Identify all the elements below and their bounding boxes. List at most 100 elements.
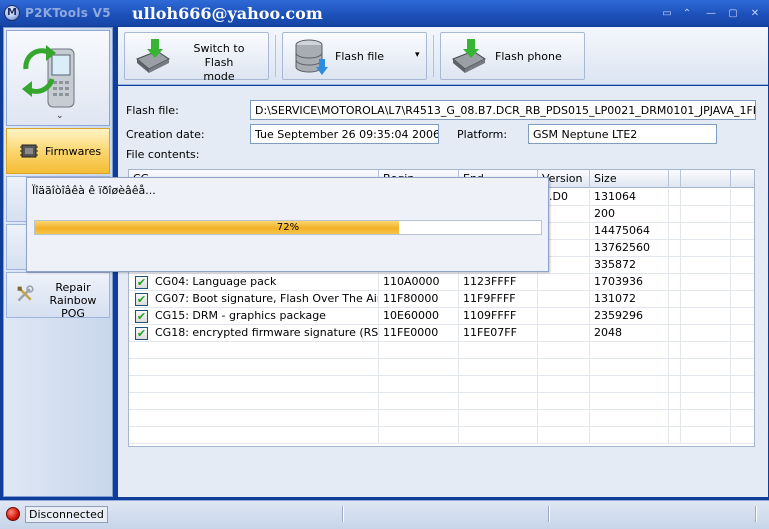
flash-file-label: Flash file:: [126, 104, 179, 117]
restore-window-button[interactable]: ▭: [661, 8, 673, 20]
cell-empty: [669, 257, 681, 274]
status-bar: Disconnected: [0, 500, 769, 529]
toolbar-divider: [275, 35, 276, 77]
watermark-email: ulloh666@yahoo.com: [132, 4, 323, 23]
toolbar: Switch to Flash mode Flash file ▾ Flash …: [118, 27, 768, 85]
cell-empty: [731, 257, 754, 274]
cell-empty: [681, 308, 731, 325]
close-button[interactable]: ✕: [749, 8, 761, 20]
motorola-logo-icon: M: [4, 5, 20, 21]
nav-item-repair-rainbow-pog[interactable]: Repair Rainbow POG: [6, 272, 110, 320]
cell-size: 131072: [590, 291, 669, 308]
cell-empty: [669, 427, 681, 444]
table-row[interactable]: CG04: Language pack 110A0000 1123FFFF 17039…: [129, 274, 754, 291]
connection-status-text: Disconnected: [25, 506, 108, 523]
flash-file-button[interactable]: Flash file ▾: [282, 32, 427, 80]
column-header-extra-1[interactable]: [669, 170, 681, 188]
cell-empty: [731, 291, 754, 308]
cell-cg: [129, 410, 379, 427]
cell-empty: [731, 189, 754, 206]
nav-item-label: Firmwares: [45, 145, 102, 158]
cell-empty: [681, 427, 731, 444]
collapse-button[interactable]: ⌃: [681, 8, 693, 20]
cell-empty: [731, 410, 754, 427]
progress-message: Ïîäãîòîâêà ê ïðîøèâêå...: [32, 184, 156, 197]
row-checkbox[interactable]: ✔: [135, 276, 148, 289]
cell-version: [538, 308, 590, 325]
cell-size: 13762560: [590, 240, 669, 257]
maximize-button[interactable]: ▢: [727, 8, 739, 20]
cell-empty: [669, 376, 681, 393]
cell-empty: [731, 376, 754, 393]
column-header-extra-3[interactable]: [731, 170, 754, 188]
row-checkbox[interactable]: ✔: [135, 293, 148, 306]
cell-empty: [681, 274, 731, 291]
cell-begin: [379, 427, 459, 444]
cell-begin: [379, 410, 459, 427]
chip-download-icon: [136, 39, 170, 73]
cell-version: [538, 393, 590, 410]
cell-empty: [681, 410, 731, 427]
cell-empty: [731, 359, 754, 376]
flash-phone-button[interactable]: Flash phone: [440, 32, 585, 80]
flash-file-path-field[interactable]: D:\SERVICE\MOTOROLA\L7\R4513_G_08.B7.DCR…: [250, 100, 756, 120]
row-checkbox[interactable]: ✔: [135, 327, 148, 340]
flash-file-label: Flash file: [335, 50, 385, 63]
cell-begin: [379, 342, 459, 359]
cell-version: [538, 410, 590, 427]
cell-empty: [731, 206, 754, 223]
switch-to-flash-mode-button[interactable]: Switch to Flash mode: [124, 32, 269, 83]
cell-size: 2359296: [590, 308, 669, 325]
cell-version: [538, 291, 590, 308]
table-row[interactable]: [129, 427, 754, 444]
column-header-size[interactable]: Size: [590, 170, 669, 188]
cell-empty: [731, 223, 754, 240]
table-row[interactable]: [129, 342, 754, 359]
connection-status-icon: [6, 507, 20, 521]
minimize-button[interactable]: —: [705, 8, 717, 20]
cell-cg: [129, 376, 379, 393]
cell-empty: [681, 240, 731, 257]
switch-label-line1: Switch to Flash: [193, 42, 245, 69]
chevron-down-icon[interactable]: ⌄: [56, 111, 64, 121]
table-row[interactable]: [129, 410, 754, 427]
cell-empty: [731, 427, 754, 444]
table-row[interactable]: CG18: encrypted firmware signature (RSA)…: [129, 325, 754, 342]
cell-size: [590, 393, 669, 410]
table-row[interactable]: CG07: Boot signature, Flash Over The Air…: [129, 291, 754, 308]
creation-date-field[interactable]: Tue September 26 09:35:04 2006: [250, 124, 439, 144]
cell-empty: [681, 257, 731, 274]
table-row[interactable]: [129, 359, 754, 376]
cell-end: 1123FFFF: [459, 274, 538, 291]
tools-icon: [17, 285, 34, 302]
phone-mode-panel[interactable]: ⌄: [6, 30, 110, 126]
dropdown-arrow-icon[interactable]: ▾: [415, 50, 420, 60]
cell-empty: [669, 393, 681, 410]
table-row[interactable]: [129, 393, 754, 410]
column-header-extra-2[interactable]: [681, 170, 731, 188]
cell-version: [538, 359, 590, 376]
file-contents-label: File contents:: [126, 148, 200, 161]
cell-size: 1703936: [590, 274, 669, 291]
cell-end: [459, 376, 538, 393]
cell-empty: [669, 189, 681, 206]
table-row[interactable]: [129, 376, 754, 393]
cell-empty: [731, 308, 754, 325]
nav-item-firmwares[interactable]: Firmwares: [6, 128, 110, 174]
cell-empty: [731, 240, 754, 257]
cell-size: 14475064: [590, 223, 669, 240]
cell-version: [538, 325, 590, 342]
cell-empty: [669, 223, 681, 240]
status-divider: [342, 506, 344, 522]
cell-size: [590, 359, 669, 376]
platform-field[interactable]: GSM Neptune LTE2: [528, 124, 717, 144]
cell-empty: [669, 325, 681, 342]
cell-cg: [129, 359, 379, 376]
row-checkbox[interactable]: ✔: [135, 310, 148, 323]
title-bar[interactable]: M P2KTools V5 ulloh666@yahoo.com ▭ ⌃ — ▢…: [0, 0, 769, 26]
cell-size: 335872: [590, 257, 669, 274]
chip-flash-icon: [452, 39, 486, 73]
toolbar-divider: [433, 35, 434, 77]
table-row[interactable]: CG15: DRM - graphics package 10E60000 1109…: [129, 308, 754, 325]
switch-label-line2: mode: [203, 70, 235, 83]
